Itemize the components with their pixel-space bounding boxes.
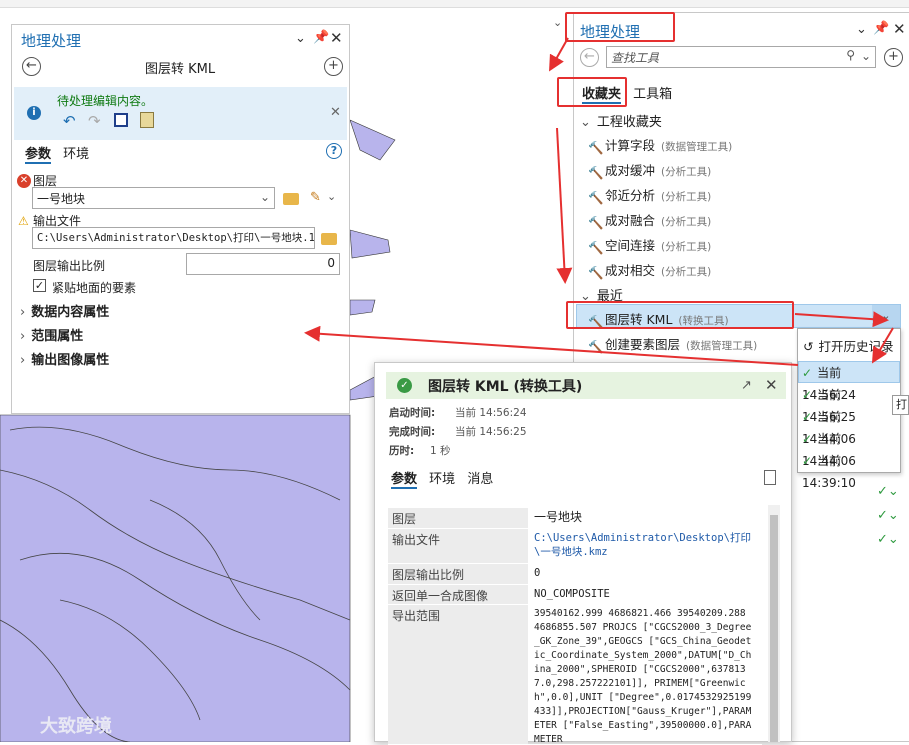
annotation-arrows [304, 37, 894, 366]
